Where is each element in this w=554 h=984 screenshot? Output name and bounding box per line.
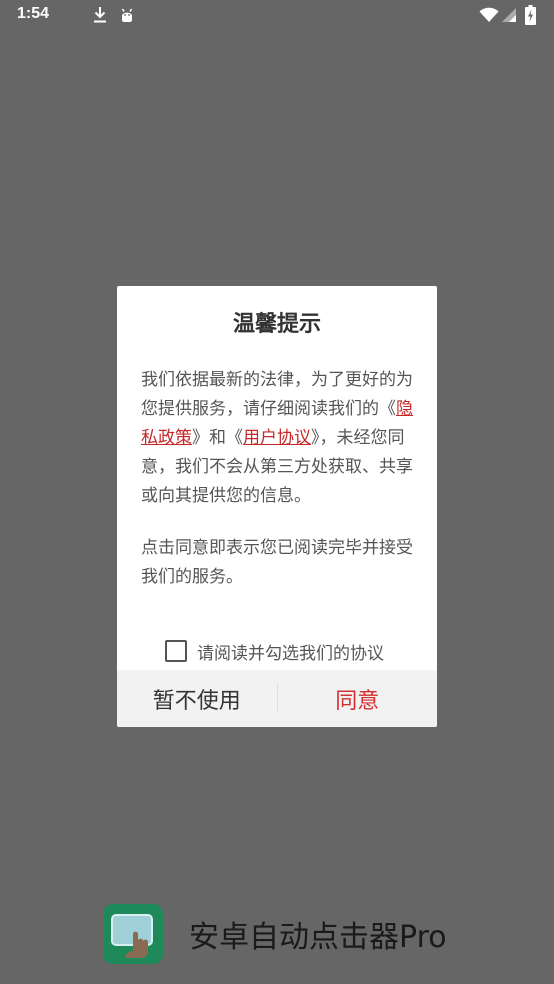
status-time: 1:54 [17,5,50,22]
app-brand: 安卓自动点击器Pro [103,904,447,964]
download-icon [94,7,106,23]
agree-checkbox-label[interactable]: 请阅读并勾选我们的协议 [197,639,384,664]
dialog-button-bar: 暂不使用 同意 [117,670,437,727]
decline-button[interactable]: 暂不使用 [117,670,277,727]
privacy-dialog: 温馨提示 我们依据最新的法律，为了更好的为您提供服务，请仔细阅读我们的《隐私政策… [117,286,437,727]
cellular-signal-icon [502,8,516,22]
dialog-body: 我们依据最新的法律，为了更好的为您提供服务，请仔细阅读我们的《隐私政策》和《用户… [141,366,417,592]
privacy-notice-paragraph: 我们依据最新的法律，为了更好的为您提供服务，请仔细阅读我们的《隐私政策》和《用户… [141,366,417,511]
wifi-icon [479,7,499,22]
user-agreement-link[interactable]: 用户协议 [243,428,311,448]
dialog-title: 温馨提示 [232,312,321,337]
notice-text-middle: 》和《 [192,428,243,448]
notice-text-before: 我们依据最新的法律，为了更好的为您提供服务，请仔细阅读我们的《 [141,370,413,419]
consent-paragraph: 点击同意即表示您已阅读完毕并接受我们的服务。 [141,538,413,587]
agree-button[interactable]: 同意 [278,670,438,727]
status-bar: 1:54 [0,0,554,32]
agree-checkbox-row[interactable]: 请阅读并勾选我们的协议 [165,636,384,666]
android-debug-icon [121,8,133,22]
agree-checkbox[interactable] [165,640,187,662]
app-name: 安卓自动点击器Pro [189,920,447,955]
battery-charging-icon [525,5,536,25]
app-logo-icon [103,904,163,964]
